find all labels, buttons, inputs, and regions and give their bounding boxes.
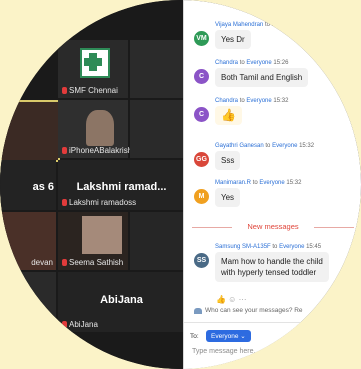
mic-muted-icon xyxy=(62,147,67,154)
participant-name: SMF Chennai xyxy=(62,86,118,95)
who-can-see-text: Who can see your messages? Re xyxy=(205,307,303,314)
participant-big-name: AbiJana xyxy=(100,293,143,306)
participant-video xyxy=(82,216,122,254)
thumbs-up-icon: 👍 xyxy=(215,106,242,125)
to-label: To: xyxy=(190,333,199,340)
mic-muted-icon xyxy=(62,199,67,206)
video-tile[interactable]: Seema Sathish xyxy=(58,212,128,270)
message-input[interactable]: Type message here... xyxy=(192,348,259,355)
mic-muted-icon xyxy=(62,321,67,328)
participant-name: Seema Sathish xyxy=(62,258,123,267)
mic-muted-icon xyxy=(62,259,67,266)
message-bubble: Both Tamil and English xyxy=(215,68,309,87)
message-line: Mam how to handle the child xyxy=(221,257,323,266)
message-bubble: Yes Dr xyxy=(215,30,251,49)
smf-logo xyxy=(80,48,110,78)
video-tile[interactable] xyxy=(0,272,56,332)
video-tile[interactable] xyxy=(130,212,185,270)
participant-video xyxy=(86,110,114,146)
video-grid: SMF Chennai iPhoneABalakrishnan as 6 Lak… xyxy=(0,0,185,369)
compose-area: To: Everyone ⌄ Type message here... xyxy=(184,322,361,369)
message-bubble: Yes xyxy=(215,188,241,207)
message-meta: Manimaran.R to Everyone 15:32 xyxy=(215,180,302,186)
avatar: M xyxy=(194,189,209,204)
video-tile[interactable]: devan xyxy=(0,212,56,270)
participant-big-name: Lakshmi ramad... xyxy=(76,181,167,193)
message-meta: Vijaya Mahendran to E... xyxy=(215,22,281,28)
message-bubble: Sss xyxy=(215,151,241,170)
people-icon xyxy=(194,307,202,314)
message-bubble: Mam how to handle the child with hyperly… xyxy=(215,252,329,282)
video-tile[interactable] xyxy=(130,100,185,158)
message-meta: Gayathri Ganesan to Everyone 15:32 xyxy=(215,143,315,149)
message-meta: Chandra to Everyone 15:32 xyxy=(215,98,289,104)
avatar: C xyxy=(194,107,209,122)
who-can-see-link[interactable]: Who can see your messages? Re xyxy=(194,307,303,314)
message-meta: Chandra to Everyone 15:26 xyxy=(215,60,289,66)
participant-big-name: as 6 xyxy=(32,181,54,193)
avatar: VM xyxy=(194,31,209,46)
avatar: C xyxy=(194,69,209,84)
video-tile[interactable]: Lakshmi ramad... Lakshmi ramadoss xyxy=(58,160,185,210)
video-tile[interactable]: as 6 xyxy=(0,160,56,210)
participant-name: devan xyxy=(31,258,53,267)
message-meta: Samsung SM-A135F to Everyone 15:45 xyxy=(215,244,322,250)
message-line: with hyperly tensed toddler xyxy=(221,268,317,277)
chat-panel: Vijaya Mahendran to E... VM Yes Dr Chand… xyxy=(183,0,361,369)
participant-name: AbiJana xyxy=(62,320,98,329)
video-tile[interactable]: SMF Chennai xyxy=(58,40,128,98)
reaction-bar[interactable]: 👍 ☺ ··· xyxy=(216,295,247,304)
video-tile[interactable] xyxy=(0,100,60,162)
video-tile[interactable]: iPhoneABalakrishnan xyxy=(58,100,146,158)
mic-muted-icon xyxy=(62,87,67,94)
new-messages-divider: New messages xyxy=(184,222,361,231)
video-tile[interactable] xyxy=(130,40,185,98)
participant-name: Lakshmi ramadoss xyxy=(62,198,136,207)
zoom-meeting-window: SMF Chennai iPhoneABalakrishnan as 6 Lak… xyxy=(0,0,361,369)
recipient-dropdown[interactable]: Everyone ⌄ xyxy=(206,330,251,342)
video-tile[interactable]: AbiJana AbiJana xyxy=(58,272,185,332)
avatar: SS xyxy=(194,253,209,268)
avatar: GG xyxy=(194,152,209,167)
